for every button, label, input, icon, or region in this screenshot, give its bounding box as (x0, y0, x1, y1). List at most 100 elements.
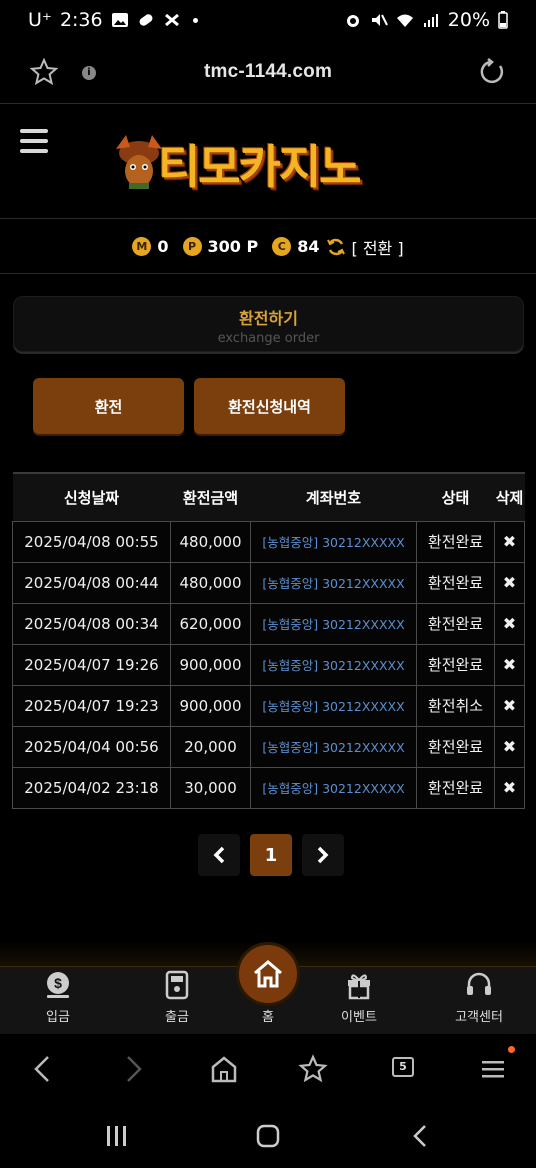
cell-date: 2025/04/08 00:55 (12, 520, 171, 563)
gift-icon (348, 974, 370, 1000)
signal-icon (423, 14, 438, 27)
chevron-right-icon (317, 846, 329, 864)
alarm-icon (346, 15, 359, 27)
section-subtitle: exchange order (217, 331, 320, 346)
clock: 2:36 (59, 9, 103, 31)
exchange-history-button[interactable]: 환전신청내역 (194, 378, 345, 434)
pagination: 1 (198, 834, 344, 876)
browser-toolbar (0, 1036, 536, 1102)
chevron-left-icon (213, 846, 225, 864)
header-account: 계좌번호 (250, 472, 417, 521)
table-header-row: 신청날짜 환전금액 계좌번호 상태 삭제 (12, 472, 525, 521)
battery-percent: 20% (447, 9, 490, 31)
refresh-icon[interactable] (326, 237, 346, 257)
table-row: 2025/04/08 00:55 480,000 [농협중앙] 30212XXX… (12, 520, 525, 563)
carrier-label: U⁺ (28, 9, 52, 31)
cell-date: 2025/04/04 00:56 (12, 725, 171, 768)
delete-icon[interactable]: ✖ (494, 520, 525, 563)
cell-status: 환전완료 (416, 725, 495, 768)
site-info-icon[interactable]: i (82, 66, 96, 80)
headset-icon (467, 972, 491, 995)
delete-icon[interactable]: ✖ (494, 602, 525, 645)
nav-withdraw[interactable]: 출금 (132, 967, 222, 1035)
tabs-button[interactable]: 5 (392, 1057, 414, 1077)
url-text[interactable]: tmc-1144.com (204, 61, 332, 83)
site-logo[interactable]: 티모카지노 (108, 125, 420, 195)
logo-text: 티모카지노 (158, 140, 362, 194)
reload-icon[interactable] (478, 58, 506, 86)
header-status: 상태 (416, 472, 495, 521)
cell-amount: 900,000 (170, 684, 251, 727)
cell-amount: 480,000 (170, 520, 251, 563)
table-row: 2025/04/08 00:44 480,000 [농협중앙] 30212XXX… (12, 561, 525, 604)
cell-status: 환전완료 (416, 643, 495, 686)
table-row: 2025/04/08 00:34 620,000 [농협중앙] 30212XXX… (12, 602, 525, 645)
section-title-box: 환전하기 exchange order (13, 296, 524, 352)
nav-event[interactable]: 이벤트 (314, 967, 404, 1035)
forward-arrow-icon[interactable] (124, 1054, 144, 1084)
casino-value: 84 (297, 237, 320, 256)
casino-coin-icon: C (272, 237, 292, 256)
atm-icon (165, 970, 189, 1000)
header-amount: 환전금액 (170, 472, 251, 521)
recent-apps-icon[interactable] (104, 1124, 130, 1148)
nav-support[interactable]: 고객센터 (434, 967, 524, 1035)
cell-account: [농협중앙] 30212XXXXX (250, 643, 417, 686)
puzzle-icon (164, 13, 179, 27)
browser-address-bar[interactable]: i tmc-1144.com (0, 40, 536, 104)
nav-withdraw-label: 출금 (165, 1010, 189, 1025)
cell-account: [농협중앙] 30212XXXXX (250, 684, 417, 727)
android-nav-bar (0, 1102, 536, 1168)
money-value: 0 (157, 237, 169, 256)
next-page-button[interactable] (302, 834, 344, 876)
menu-hamburger-icon[interactable] (20, 129, 48, 153)
cell-account: [농협중앙] 30212XXXXX (250, 520, 417, 563)
delete-icon[interactable]: ✖ (494, 561, 525, 604)
browser-menu-icon[interactable] (480, 1054, 506, 1084)
back-arrow-icon[interactable] (32, 1054, 52, 1084)
battery-icon (498, 11, 508, 29)
cell-date: 2025/04/08 00:44 (12, 561, 171, 604)
nav-deposit[interactable]: $ 입금 (13, 967, 103, 1035)
exchange-history-table: 신청날짜 환전금액 계좌번호 상태 삭제 2025/04/08 00:55 48… (12, 472, 525, 809)
nav-event-label: 이벤트 (341, 1010, 377, 1025)
cell-date: 2025/04/07 19:23 (12, 684, 171, 727)
bookmarks-star-icon[interactable] (298, 1054, 328, 1084)
bookmark-star-icon[interactable] (30, 58, 58, 86)
android-back-icon[interactable] (410, 1123, 430, 1149)
exchange-button[interactable]: 환전 (33, 378, 184, 434)
cell-status: 환전완료 (416, 766, 495, 809)
points-bar: M 0 P 300 P C 84 [ 전환 ] (0, 220, 536, 274)
nav-deposit-label: 입금 (46, 1010, 70, 1025)
pill-icon (139, 14, 153, 26)
delete-icon[interactable]: ✖ (494, 643, 525, 686)
header-delete: 삭제 (494, 472, 525, 521)
table-row: 2025/04/02 23:18 30,000 [농협중앙] 30212XXXX… (12, 766, 525, 809)
cell-date: 2025/04/08 00:34 (12, 602, 171, 645)
point-value: 300 P (207, 237, 259, 256)
delete-icon[interactable]: ✖ (494, 684, 525, 727)
page-1-button[interactable]: 1 (250, 834, 292, 876)
table-row: 2025/04/07 19:23 900,000 [농협중앙] 30212XXX… (12, 684, 525, 727)
cell-status: 환전완료 (416, 520, 495, 563)
prev-page-button[interactable] (198, 834, 240, 876)
mute-icon (371, 14, 388, 26)
delete-icon[interactable]: ✖ (494, 725, 525, 768)
android-home-icon[interactable] (255, 1123, 281, 1149)
nav-home-button[interactable] (236, 942, 300, 1006)
table-row: 2025/04/04 00:56 20,000 [농협중앙] 30212XXXX… (12, 725, 525, 768)
cell-date: 2025/04/02 23:18 (12, 766, 171, 809)
cell-account: [농협중앙] 30212XXXXX (250, 602, 417, 645)
nav-home-label: 홈 (262, 1010, 274, 1025)
svg-text:$: $ (54, 975, 62, 991)
cell-amount: 900,000 (170, 643, 251, 686)
convert-button[interactable]: [ 전환 ] (352, 235, 404, 259)
delete-icon[interactable]: ✖ (494, 766, 525, 809)
home-icon (254, 960, 282, 988)
gallery-icon (111, 13, 128, 27)
cell-date: 2025/04/07 19:26 (12, 643, 171, 686)
site-header: 티모카지노 (0, 105, 536, 219)
cell-status: 환전완료 (416, 561, 495, 604)
cell-amount: 620,000 (170, 602, 251, 645)
browser-home-icon[interactable] (210, 1054, 238, 1084)
